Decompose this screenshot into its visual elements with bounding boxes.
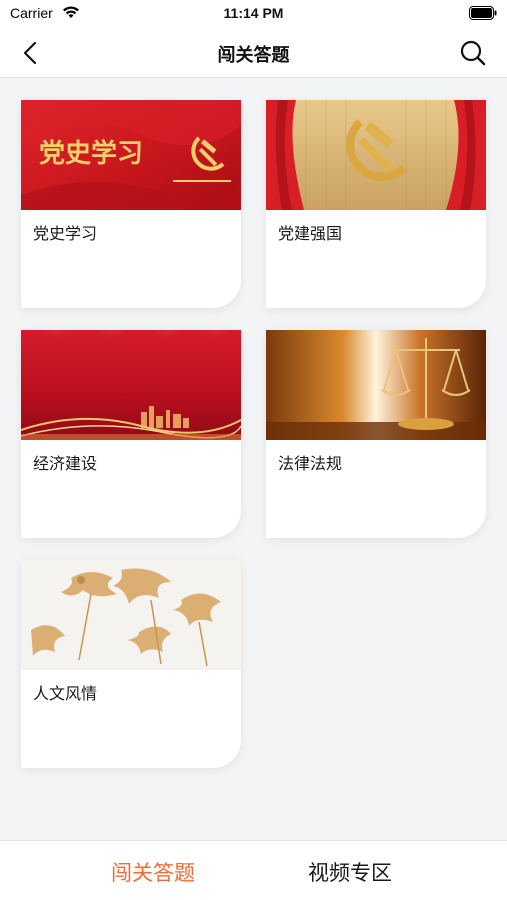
party-history-banner-image: 党史学习 [21, 100, 241, 210]
category-card-culture[interactable]: 人文风情 [21, 560, 241, 768]
category-card-law[interactable]: 法律法规 [266, 330, 486, 538]
nav-bar: 闯关答题 [0, 28, 507, 78]
search-icon[interactable] [459, 39, 487, 67]
category-label: 法律法规 [278, 454, 343, 473]
category-label: 党史学习 [33, 224, 98, 243]
category-card-party-building[interactable]: 党建强国 [266, 100, 486, 308]
category-label: 党建强国 [278, 224, 343, 243]
party-emblem-curtain-image [266, 100, 486, 210]
battery-icon [469, 6, 497, 20]
page-title: 闯关答题 [217, 45, 290, 66]
category-label: 人文风情 [33, 684, 98, 703]
status-bar: Carrier 11:14 PM [0, 0, 507, 28]
bottom-tab-bar: 闯关答题 视频专区 [0, 840, 507, 900]
banner-title: 党史学习 [39, 138, 143, 169]
category-card-party-history[interactable]: 党史学习 党史学习 [21, 100, 241, 308]
category-card-economy[interactable]: 经济建设 [21, 330, 241, 538]
category-label: 经济建设 [33, 454, 98, 473]
paper-cut-figures-image [21, 560, 241, 670]
tab-video-zone[interactable]: 视频专区 [308, 857, 392, 887]
scales-of-justice-image [266, 330, 486, 440]
status-time: 11:14 PM [223, 5, 284, 21]
tab-challenge-quiz[interactable]: 闯关答题 [111, 857, 195, 887]
category-grid: 党史学习 党史学习 党建强国 经济建设 法律法规 人文风情 [0, 79, 507, 840]
red-stage-skyline-image [21, 330, 241, 440]
